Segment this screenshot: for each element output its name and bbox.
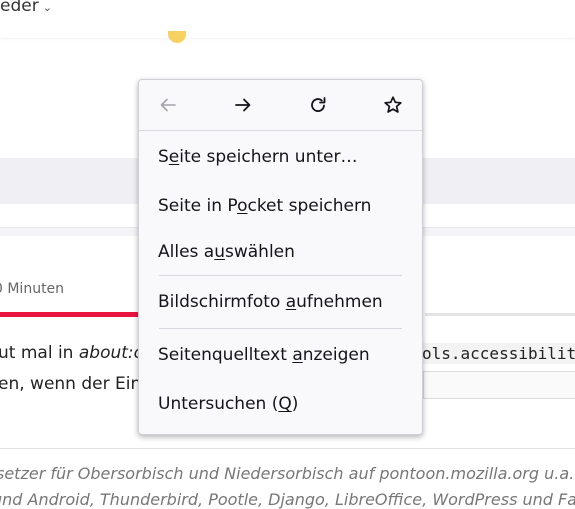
menu-item-label: Seitenquelltext anzeigen: [158, 345, 370, 365]
star-icon: [384, 96, 402, 113]
footer-line-1: setzer für Obersorbisch und Niedersorbis…: [0, 464, 575, 483]
menu-item-save-page-as[interactable]: Seite speichern unter…: [139, 131, 422, 183]
bookmark-button[interactable]: [377, 89, 409, 121]
code-box: [423, 371, 575, 399]
menu-item-select-all[interactable]: Alles auswählen: [139, 229, 422, 275]
menu-item-inspect[interactable]: Untersuchen (Q): [139, 381, 422, 427]
menu-item-view-page-source[interactable]: Seitenquelltext anzeigen: [139, 329, 422, 381]
back-button[interactable]: [152, 89, 184, 121]
reading-time: 0 Minuten: [0, 281, 65, 297]
context-menu-navigation: [139, 80, 422, 130]
menu-item-label: Seite speichern unter…: [158, 147, 358, 167]
progress-track: [425, 313, 575, 316]
emoji-fragment-icon: [168, 31, 186, 43]
paragraph-line-2: en, wenn der Eint: [0, 374, 148, 394]
nav-menu-item[interactable]: eder ⌄: [0, 0, 52, 16]
menu-item-label: Untersuchen (Q): [158, 394, 299, 414]
para1-text: ut mal in: [0, 343, 79, 363]
menu-item-take-screenshot[interactable]: Bildschirmfoto aufnehmen: [139, 276, 422, 328]
arrow-left-icon: [160, 98, 176, 112]
para1-link: about:c: [78, 343, 143, 363]
reload-button[interactable]: [302, 89, 334, 121]
nav-menu-label: eder: [0, 0, 39, 16]
menu-item-label: Bildschirmfoto aufnehmen: [158, 292, 383, 312]
chevron-down-icon: ⌄: [42, 1, 52, 14]
progress-accent-line: [0, 312, 138, 317]
menu-item-label: Alles auswählen: [158, 242, 295, 262]
context-menu: Seite speichern unter… Seite in Pocket s…: [138, 79, 423, 435]
footer-divider: [0, 448, 575, 449]
footer-line-2: und Android, Thunderbird, Pootle, Django…: [0, 490, 575, 509]
forward-button[interactable]: [227, 89, 259, 121]
top-navigation-bar: eder ⌄: [0, 0, 575, 38]
arrow-right-icon: [235, 98, 251, 112]
code-snippet: ols.accessibilit: [418, 343, 575, 364]
reload-icon: [311, 97, 326, 112]
paragraph-line-1: ut mal in about:c: [0, 343, 143, 363]
menu-item-save-to-pocket[interactable]: Seite in Pocket speichern: [139, 183, 422, 229]
menu-item-label: Seite in Pocket speichern: [158, 196, 372, 216]
